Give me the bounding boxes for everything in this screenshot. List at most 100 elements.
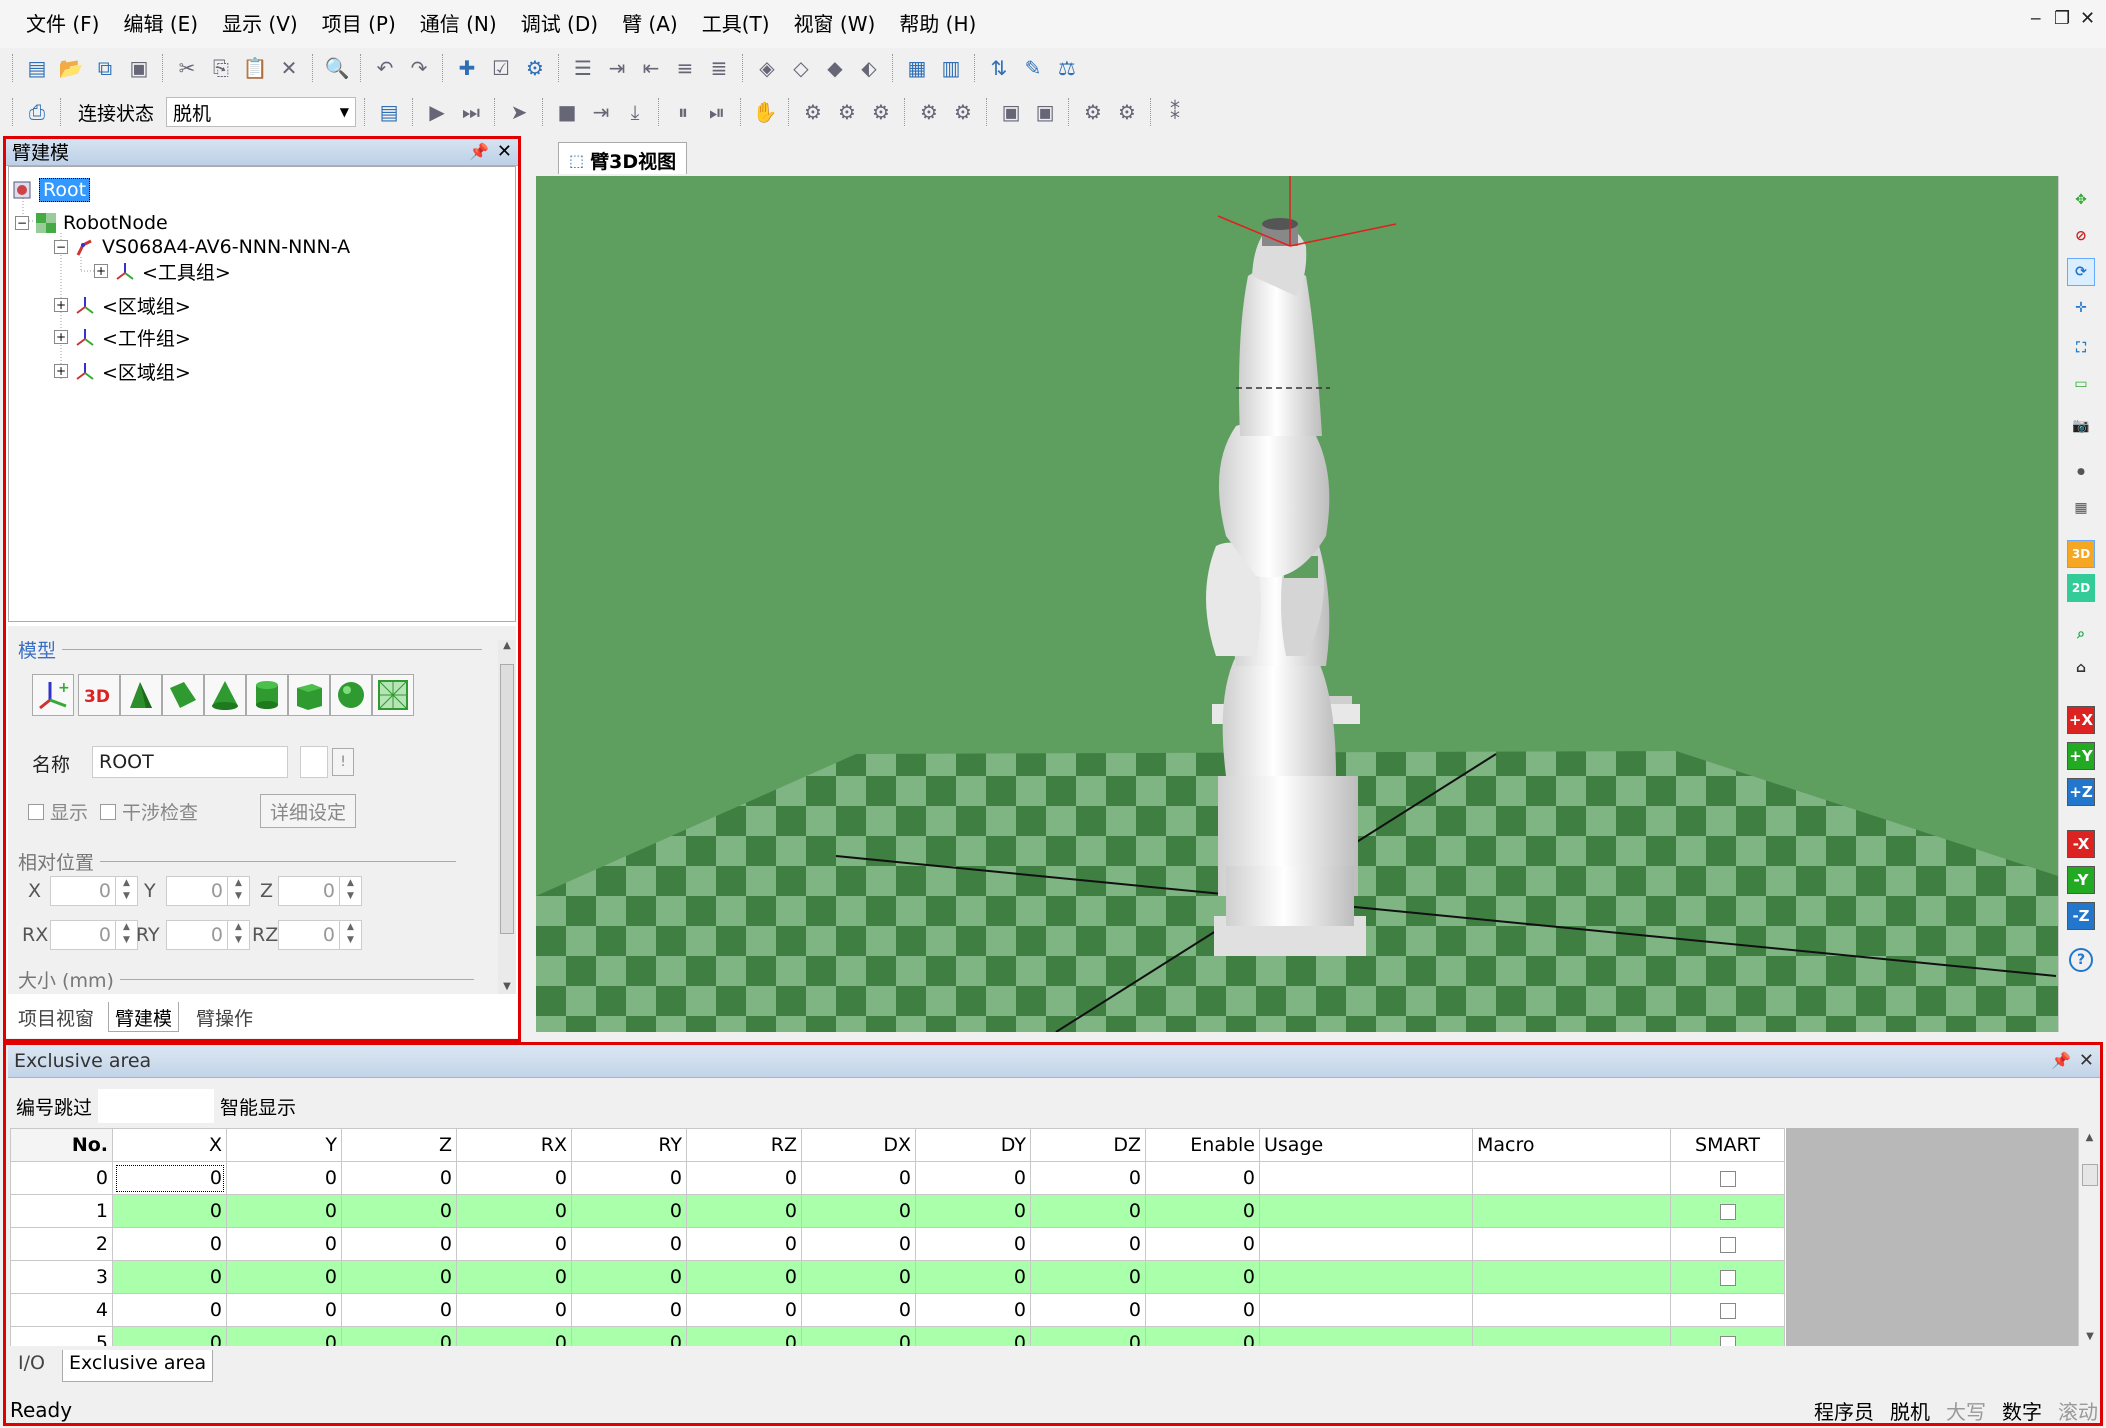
- table-cell[interactable]: 0: [1145, 1260, 1260, 1294]
- camera-icon[interactable]: 📷: [2067, 412, 2095, 440]
- table-cell[interactable]: 0: [112, 1260, 227, 1294]
- table-cell[interactable]: 0: [341, 1161, 457, 1195]
- save-all-icon[interactable]: ⧉: [90, 53, 120, 83]
- add-mesh-button[interactable]: [372, 674, 414, 716]
- table-cell[interactable]: 0: [456, 1161, 572, 1195]
- step-back-icon[interactable]: ⏸: [668, 97, 698, 127]
- close-icon[interactable]: ✕: [2080, 8, 2095, 29]
- show-checkbox[interactable]: 显示: [28, 798, 88, 825]
- tab-arm-operation[interactable]: 臂操作: [190, 1002, 259, 1032]
- play-icon[interactable]: ▶: [422, 97, 452, 127]
- table-cell[interactable]: 0: [915, 1293, 1031, 1327]
- spin-arrows-icon[interactable]: ▲ ▼: [339, 877, 361, 905]
- rz-stepper[interactable]: 0 ▲ ▼: [278, 920, 362, 950]
- outline-icon[interactable]: ☰: [568, 53, 598, 83]
- record-icon[interactable]: ⏺: [2067, 458, 2095, 486]
- smart-checkbox[interactable]: [1719, 1335, 1736, 1346]
- table-cell[interactable]: 0: [571, 1194, 687, 1228]
- table-row[interactable]: 10000000000: [10, 1194, 1785, 1228]
- table-cell[interactable]: 0: [226, 1326, 342, 1346]
- table-cell[interactable]: 0: [801, 1161, 916, 1195]
- column-header[interactable]: Enable: [1145, 1128, 1260, 1162]
- copy-icon[interactable]: ⎘: [206, 53, 236, 83]
- column-header[interactable]: DZ: [1030, 1128, 1146, 1162]
- view-3d-button[interactable]: 3D: [2067, 540, 2095, 568]
- usage-cell[interactable]: [1259, 1326, 1473, 1346]
- usage-cell[interactable]: [1259, 1194, 1473, 1228]
- scroll-up-icon[interactable]: ▲: [498, 640, 516, 651]
- menu-communication[interactable]: 通信 (N): [408, 6, 509, 42]
- tab-exclusive-area[interactable]: Exclusive area: [62, 1350, 214, 1382]
- edit-file-icon[interactable]: ✎: [1018, 53, 1048, 83]
- uncomment-icon[interactable]: ≣: [704, 53, 734, 83]
- column-header[interactable]: DY: [915, 1128, 1031, 1162]
- add-frame-button[interactable]: +: [32, 674, 74, 716]
- table-cell[interactable]: 0: [1030, 1293, 1146, 1327]
- delete-icon[interactable]: ✕: [274, 53, 304, 83]
- table-cell[interactable]: 0: [456, 1227, 572, 1261]
- smart-checkbox[interactable]: [1719, 1269, 1736, 1286]
- color-swatch-button[interactable]: [300, 746, 328, 778]
- table-cell[interactable]: 0: [226, 1227, 342, 1261]
- motor-on-icon[interactable]: ⚙: [798, 97, 828, 127]
- comment-icon[interactable]: ≡: [670, 53, 700, 83]
- view-2d-button[interactable]: 2D: [2067, 574, 2095, 602]
- usage-cell[interactable]: [1259, 1293, 1473, 1327]
- breakpoint-icon[interactable]: ◈: [752, 53, 782, 83]
- scroll-thumb[interactable]: [2082, 1164, 2098, 1186]
- table-row[interactable]: 30000000000: [10, 1260, 1785, 1294]
- scroll-down-icon[interactable]: ▼: [498, 981, 516, 992]
- find-icon[interactable]: 🔍: [322, 53, 352, 83]
- add-box-button[interactable]: [288, 674, 330, 716]
- menu-tools[interactable]: 工具(T): [690, 6, 782, 42]
- table-cell[interactable]: 0: [1145, 1293, 1260, 1327]
- table-cell[interactable]: 0: [1145, 1227, 1260, 1261]
- plus-z-button[interactable]: +Z: [2067, 778, 2095, 806]
- usage-cell[interactable]: [1259, 1260, 1473, 1294]
- table-cell[interactable]: 0: [1145, 1326, 1260, 1346]
- scroll-up-icon[interactable]: ▲: [2079, 1132, 2100, 1143]
- film-icon[interactable]: ▦: [2067, 494, 2095, 522]
- compare-icon[interactable]: ⚖: [1052, 53, 1082, 83]
- z-stepper[interactable]: 0 ▲ ▼: [278, 876, 362, 906]
- variable-window-icon[interactable]: ▦: [902, 53, 932, 83]
- tab-arm-modeling[interactable]: 臂建模: [108, 1002, 180, 1032]
- expand-icon[interactable]: +: [54, 364, 68, 378]
- pendant-icon[interactable]: ⚙: [1112, 97, 1142, 127]
- add-3d-model-button[interactable]: 3D: [78, 674, 120, 716]
- rotate-view-icon[interactable]: ⟳: [2067, 258, 2095, 286]
- minus-x-button[interactable]: -X: [2067, 830, 2095, 858]
- add-wedge-button[interactable]: [120, 674, 162, 716]
- add-cylinder-button[interactable]: [246, 674, 288, 716]
- close-icon[interactable]: ✕: [2079, 1050, 2094, 1071]
- pin-icon[interactable]: 📌: [469, 142, 489, 161]
- tab-arm-3d-view[interactable]: ⬚ 臂3D视图: [558, 142, 688, 174]
- spin-arrows-icon[interactable]: ▲ ▼: [115, 921, 137, 949]
- smart-cell[interactable]: [1670, 1260, 1785, 1294]
- table-cell[interactable]: 0: [915, 1194, 1031, 1228]
- row-number-cell[interactable]: 1: [10, 1194, 113, 1228]
- table-cell[interactable]: 0: [571, 1260, 687, 1294]
- plus-y-button[interactable]: +Y: [2067, 742, 2095, 770]
- smart-checkbox[interactable]: [1719, 1170, 1736, 1187]
- teach-icon[interactable]: ⚙: [1078, 97, 1108, 127]
- io-monitor-icon[interactable]: ▣: [996, 97, 1026, 127]
- step-over-icon[interactable]: ⇥: [586, 97, 616, 127]
- help-button[interactable]: ?: [2069, 948, 2093, 972]
- table-cell[interactable]: 0: [801, 1293, 916, 1327]
- smart-checkbox[interactable]: [1719, 1203, 1736, 1220]
- breakpoint-disable-icon[interactable]: ⬖: [854, 53, 884, 83]
- menu-help[interactable]: 帮助 (H): [887, 6, 988, 42]
- menu-window[interactable]: 视窗 (W): [782, 6, 888, 42]
- table-cell[interactable]: 0: [1030, 1161, 1146, 1195]
- build-icon[interactable]: ⚙: [520, 53, 550, 83]
- fit-view-icon[interactable]: ⛶: [2067, 334, 2095, 362]
- menu-edit[interactable]: 编辑 (E): [111, 6, 210, 42]
- rx-stepper[interactable]: 0 ▲ ▼: [50, 920, 138, 950]
- menu-file[interactable]: 文件 (F): [14, 6, 111, 42]
- table-cell[interactable]: 0: [456, 1326, 572, 1346]
- column-header[interactable]: Y: [226, 1128, 342, 1162]
- close-icon[interactable]: ✕: [497, 141, 512, 162]
- name-info-button[interactable]: !: [332, 748, 354, 776]
- plus-x-button[interactable]: +X: [2067, 706, 2095, 734]
